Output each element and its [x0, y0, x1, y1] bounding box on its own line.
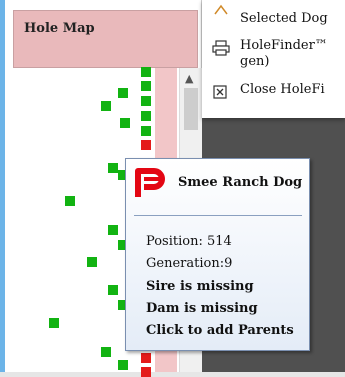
pedigree-node-selected[interactable] — [141, 140, 151, 150]
pedigree-node[interactable] — [141, 67, 151, 77]
tooltip-dam-status: Dam is missing — [146, 301, 258, 316]
hole-map-header: Hole Map — [13, 10, 198, 68]
close-box-icon — [213, 85, 227, 99]
menu-item-label: Selected Dog — [240, 11, 328, 26]
menu-item-label: HoleFinder™ — [240, 38, 328, 53]
pedigree-node[interactable] — [101, 347, 111, 357]
pedigree-node[interactable] — [141, 96, 151, 106]
tooltip-divider — [134, 215, 302, 216]
tooltip-position: Position: 514 — [146, 234, 232, 249]
tooltip-title: Smee Ranch Dog — [178, 175, 303, 190]
dog-info-tooltip[interactable]: Smee Ranch Dog Position: 514 Generation:… — [125, 158, 310, 351]
pedigree-node[interactable] — [49, 318, 59, 328]
pedigree-node[interactable] — [118, 88, 128, 98]
pedigree-node[interactable] — [141, 81, 151, 91]
pedigree-node[interactable] — [87, 257, 97, 267]
menu-item-label: Close HoleFi — [240, 82, 325, 97]
pedigree-node[interactable] — [141, 111, 151, 121]
tooltip-generation: Generation:9 — [146, 256, 233, 271]
scroll-up-icon[interactable]: ▲ — [185, 72, 193, 85]
pedigree-node[interactable] — [141, 126, 151, 136]
printer-icon — [212, 40, 230, 56]
pedigree-node[interactable] — [120, 118, 130, 128]
context-menu: Selected Dog HoleFinder™ gen) Close Hole… — [202, 0, 345, 118]
panel-title: Hole Map — [24, 21, 95, 36]
pedigree-node[interactable] — [65, 196, 75, 206]
pedigree-node-missing[interactable] — [141, 367, 151, 377]
pedigree-node-missing[interactable] — [141, 353, 151, 363]
tooltip-sire-status: Sire is missing — [146, 279, 254, 294]
scroll-thumb[interactable] — [184, 88, 198, 130]
pedigree-node[interactable] — [101, 101, 111, 111]
add-parents-link[interactable]: Click to add Parents — [146, 323, 294, 338]
menu-item-label-line2: gen) — [240, 54, 270, 69]
pedigree-node[interactable] — [118, 360, 128, 370]
pedigree-node[interactable] — [108, 285, 118, 295]
pedigree-logo-icon — [135, 168, 165, 197]
pedigree-node[interactable] — [108, 163, 118, 173]
selected-dog-icon — [214, 4, 228, 15]
pedigree-node[interactable] — [108, 225, 118, 235]
